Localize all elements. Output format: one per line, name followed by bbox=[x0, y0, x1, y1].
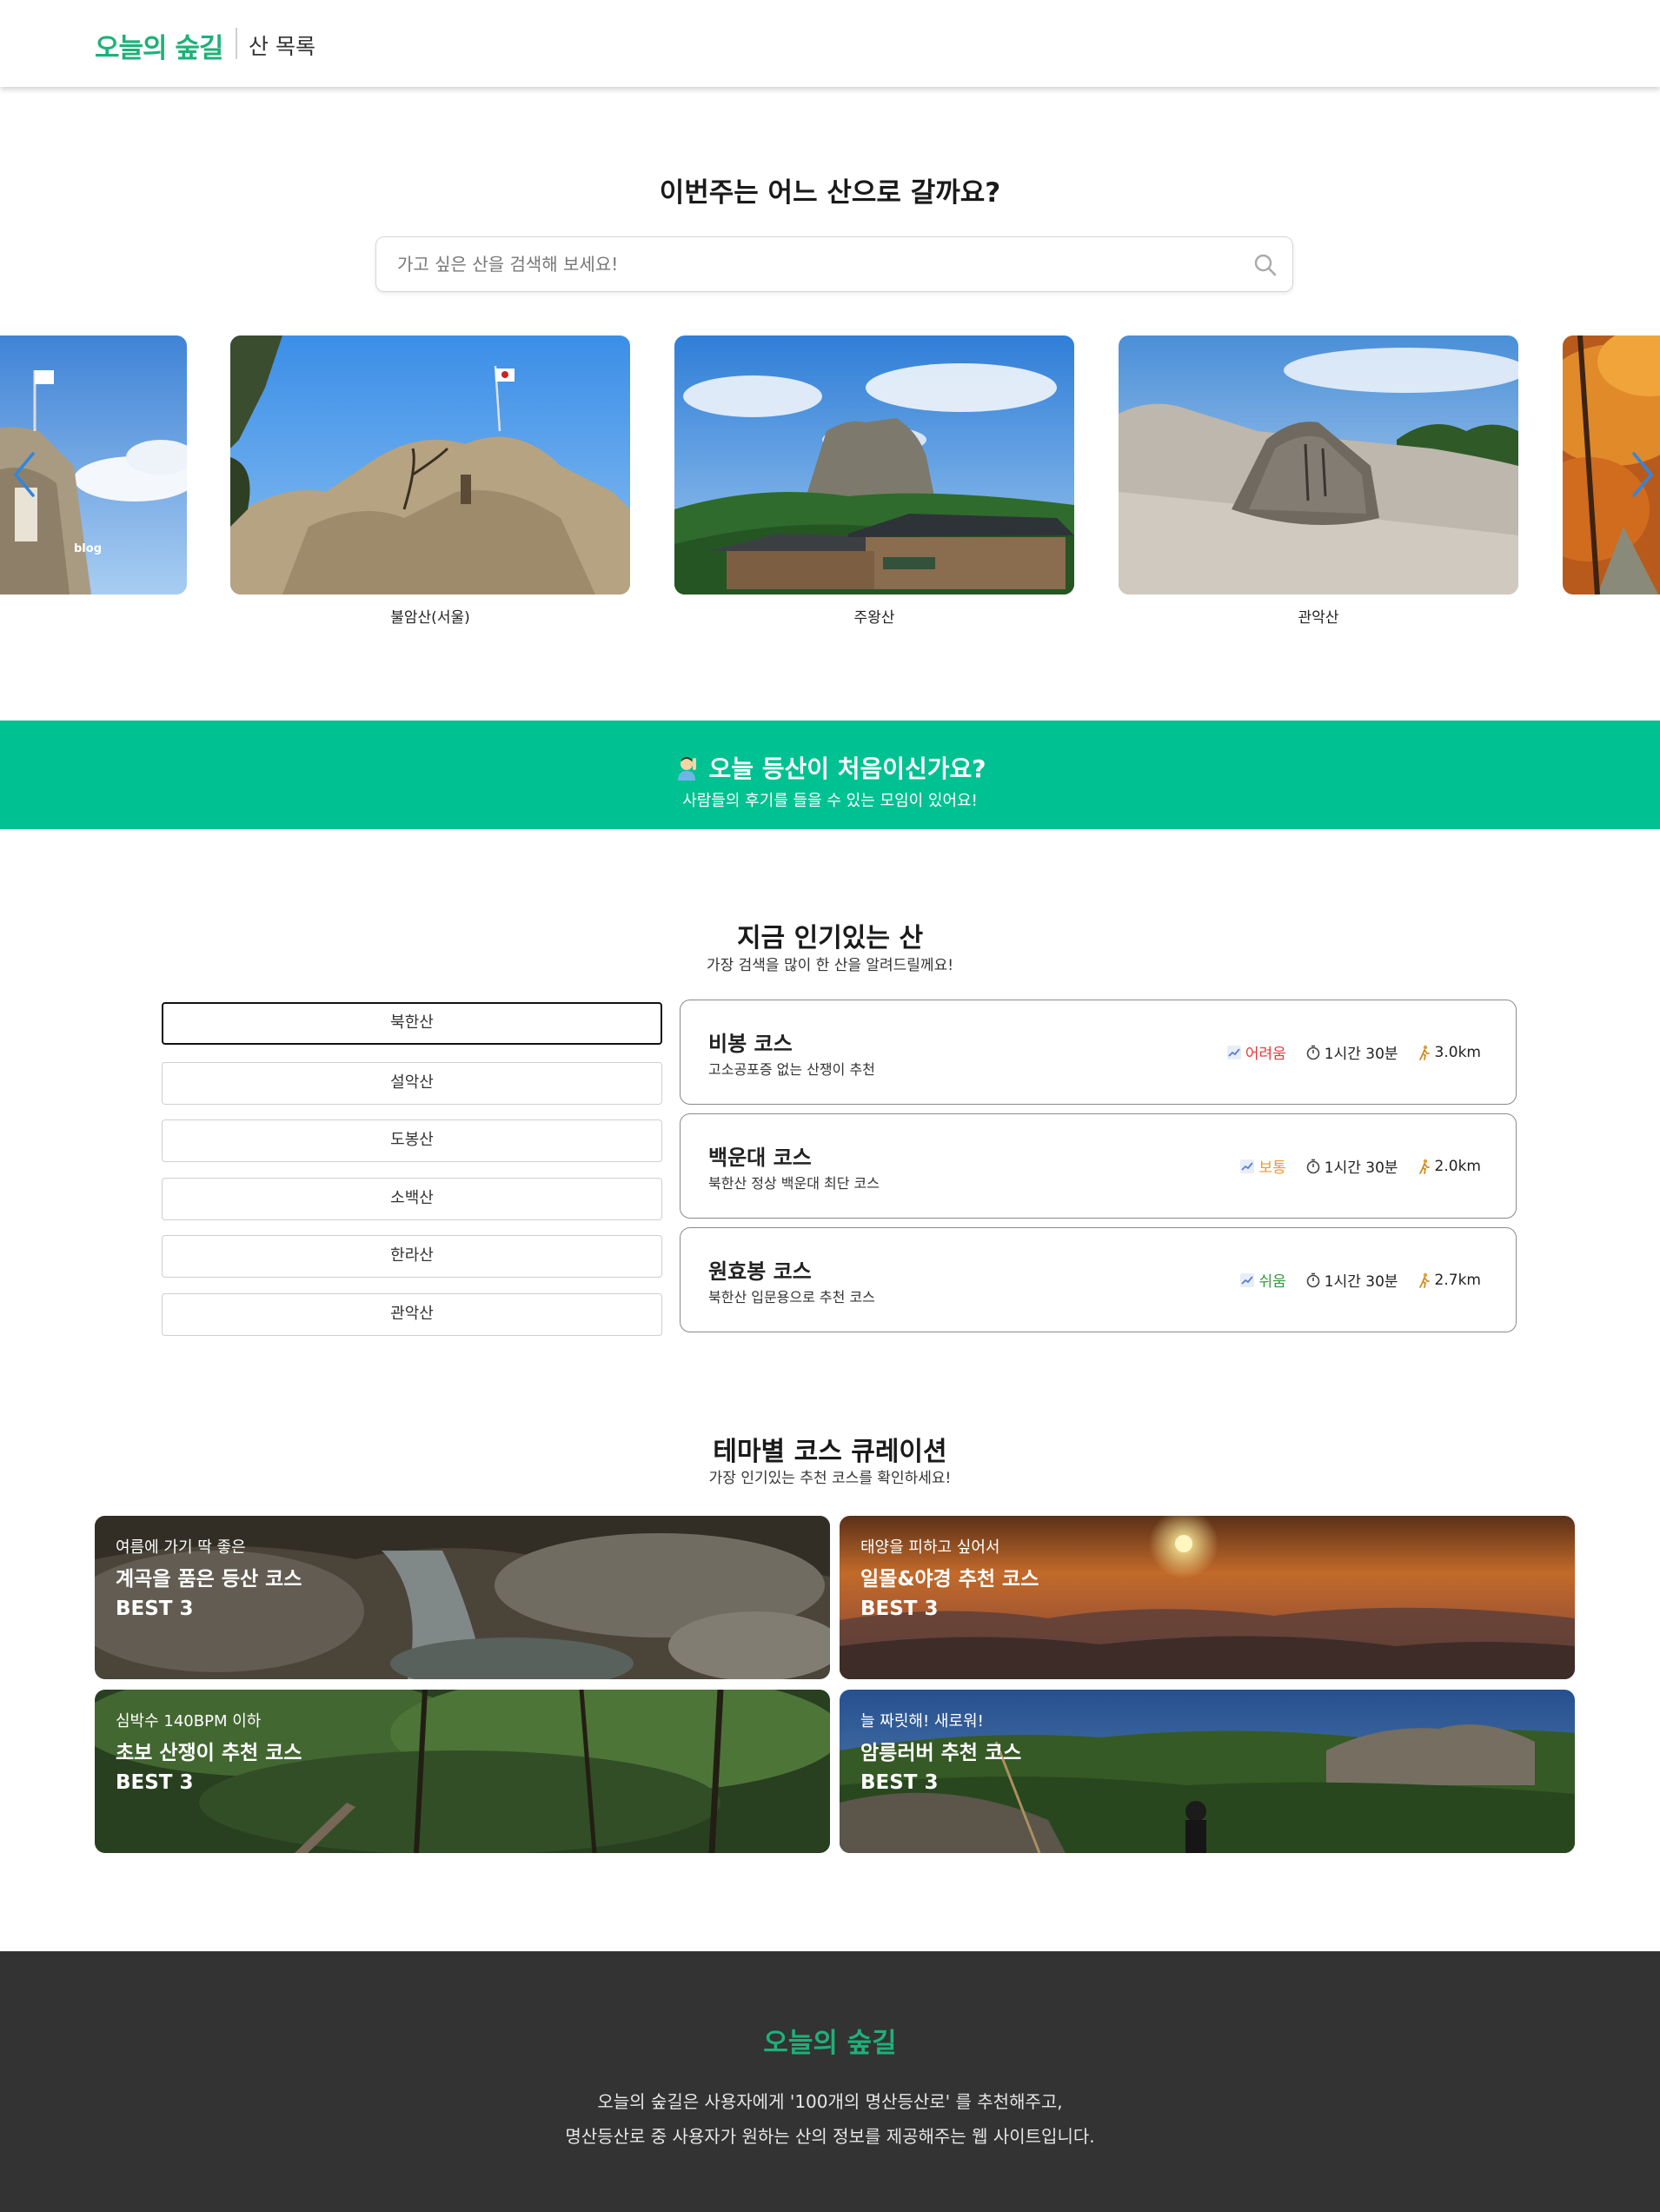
course-name: 비봉 코스 bbox=[708, 1032, 793, 1056]
hero-title: 이번주는 어느 산으로 갈까요? bbox=[659, 177, 1001, 209]
difficulty-label: 어려움 bbox=[1245, 1046, 1286, 1063]
course-card[interactable]: 백운대 코스 북한산 정상 백운대 최단 코스 보통 1시간 30분 2.0km bbox=[680, 1113, 1517, 1219]
mountain-tab-hallasan[interactable]: 한라산 bbox=[162, 1235, 662, 1278]
course-desc: 고소공포증 없는 산쟁이 추천 bbox=[708, 1061, 875, 1078]
mountain-photo bbox=[230, 335, 630, 595]
slide-caption: 관악산 bbox=[1298, 609, 1339, 627]
carousel-slide[interactable]: 불암산(서울) bbox=[230, 335, 630, 627]
site-header: 오늘의 숲길 산 목록 bbox=[0, 0, 1660, 87]
distance-label: 2.7km bbox=[1434, 1271, 1481, 1289]
mountain-tab-sobaeksan[interactable]: 소백산 bbox=[162, 1178, 662, 1220]
slide-caption: 산 bbox=[0, 605, 187, 627]
course-name: 원효봉 코스 bbox=[708, 1259, 812, 1284]
duration-label: 1시간 30분 bbox=[1324, 1273, 1398, 1291]
beginner-banner[interactable]: 오늘 등산이 처음이신가요? 사람들의 후기를 들을 수 있는 모임이 있어요! bbox=[0, 721, 1660, 829]
slide-caption: 주왕산 bbox=[853, 609, 895, 627]
theme-tagline: 늘 짜릿해! 새로워! bbox=[860, 1712, 984, 1730]
stopwatch-icon bbox=[1306, 1272, 1320, 1287]
slide-caption: 불암산(서울) bbox=[390, 609, 470, 627]
theme-tagline: 심박수 140BPM 이하 bbox=[116, 1712, 262, 1730]
course-card[interactable]: 비봉 코스 고소공포증 없는 산쟁이 추천 어려움 1시간 30분 3.0km bbox=[680, 1000, 1517, 1105]
chart-increasing-icon bbox=[1226, 1045, 1241, 1060]
duration-label: 1시간 30분 bbox=[1324, 1046, 1398, 1063]
person-walking-icon bbox=[1418, 1045, 1430, 1060]
banner-subtitle: 사람들의 후기를 들을 수 있는 모임이 있어요! bbox=[682, 792, 978, 810]
theme-title: 계곡을 품은 등산 코스 bbox=[116, 1568, 302, 1591]
carousel-next-arrow-icon[interactable] bbox=[1627, 448, 1657, 501]
course-meta: 어려움 1시간 30분 3.0km bbox=[1226, 1041, 1481, 1063]
carousel-slide[interactable]: 관악산 bbox=[1119, 335, 1518, 627]
chart-increasing-icon bbox=[1240, 1272, 1255, 1287]
carousel-slide[interactable]: 주왕산 bbox=[674, 335, 1074, 627]
footer-description-line2: 명산등산로 중 사용자가 원하는 산의 정보를 제공해주는 웹 사이트입니다. bbox=[565, 2126, 1095, 2147]
theme-tagline: 태양을 피하고 싶어서 bbox=[860, 1538, 1000, 1557]
mountain-tab-bukhansan[interactable]: 북한산 bbox=[162, 1002, 662, 1045]
site-logo[interactable]: 오늘의 숲길 bbox=[95, 26, 223, 65]
header-divider bbox=[236, 28, 237, 59]
person-walking-icon bbox=[1418, 1272, 1430, 1288]
theme-card-valley[interactable]: 여름에 가기 딱 좋은 계곡을 품은 등산 코스 BEST 3 bbox=[95, 1516, 830, 1679]
banner-title-row: 오늘 등산이 처음이신가요? bbox=[0, 750, 1660, 787]
course-desc: 북한산 정상 백운대 최단 코스 bbox=[708, 1175, 880, 1192]
theme-title: 암릉러버 추천 코스 bbox=[860, 1742, 1022, 1764]
mountain-photo bbox=[1119, 335, 1518, 595]
photo-watermark: blog bbox=[74, 542, 102, 555]
person-raising-hand-icon bbox=[678, 757, 697, 781]
mountain-carousel: blog 산 불암산(서울) bbox=[0, 335, 1660, 631]
theme-rank: BEST 3 bbox=[116, 1771, 194, 1794]
theme-text: 여름에 가기 딱 좋은 계곡을 품은 등산 코스 BEST 3 bbox=[116, 1535, 302, 1624]
course-name: 백운대 코스 bbox=[708, 1146, 812, 1170]
duration-label: 1시간 30분 bbox=[1324, 1159, 1398, 1177]
theme-rank: BEST 3 bbox=[116, 1598, 194, 1620]
theme-text: 심박수 140BPM 이하 초보 산쟁이 추천 코스 BEST 3 bbox=[116, 1709, 302, 1797]
course-meta: 보통 1시간 30분 2.0km bbox=[1239, 1155, 1481, 1177]
theme-title: 일몰&야경 추천 코스 bbox=[860, 1568, 1039, 1591]
site-footer: 오늘의 숲길 오늘의 숲길은 사용자에게 '100개의 명산등산로' 를 추천해… bbox=[0, 1951, 1660, 2212]
search-icon[interactable] bbox=[1252, 252, 1278, 278]
footer-logo: 오늘의 숲길 bbox=[763, 2028, 897, 2059]
mountain-tab-gwanaksan[interactable]: 관악산 bbox=[162, 1293, 662, 1336]
course-meta: 쉬움 1시간 30분 2.7km bbox=[1239, 1269, 1481, 1291]
banner-title: 오늘 등산이 처음이신가요? bbox=[708, 754, 986, 783]
stopwatch-icon bbox=[1306, 1045, 1320, 1060]
theme-card-forest[interactable]: 심박수 140BPM 이하 초보 산쟁이 추천 코스 BEST 3 bbox=[95, 1690, 830, 1853]
mountain-tab-seoraksan[interactable]: 설악산 bbox=[162, 1062, 662, 1105]
popular-title: 지금 인기있는 산 bbox=[736, 923, 924, 953]
search-input[interactable] bbox=[395, 237, 1230, 291]
themes-title: 테마별 코스 큐레이션 bbox=[713, 1437, 947, 1467]
theme-rank: BEST 3 bbox=[860, 1598, 939, 1620]
footer-description-line1: 오늘의 숲길은 사용자에게 '100개의 명산등산로' 를 추천해주고, bbox=[597, 2091, 1063, 2112]
mountain-tab-dobongsan[interactable]: 도봉산 bbox=[162, 1119, 662, 1162]
theme-text: 늘 짜릿해! 새로워! 암릉러버 추천 코스 BEST 3 bbox=[860, 1709, 1021, 1797]
theme-rank: BEST 3 bbox=[860, 1771, 939, 1794]
difficulty-label: 쉬움 bbox=[1258, 1273, 1286, 1291]
popular-subtitle: 가장 검색을 많이 한 산을 알려드릴께요! bbox=[706, 957, 954, 974]
person-walking-icon bbox=[1418, 1159, 1430, 1174]
distance-label: 2.0km bbox=[1434, 1157, 1481, 1175]
carousel-prev-arrow-icon[interactable] bbox=[10, 448, 40, 501]
chart-increasing-icon bbox=[1240, 1159, 1255, 1173]
nav-mountain-list[interactable]: 산 목록 bbox=[249, 30, 315, 61]
mountain-photo bbox=[674, 335, 1074, 595]
difficulty-label: 보통 bbox=[1258, 1159, 1286, 1177]
search-box bbox=[375, 236, 1293, 292]
theme-card-sunset[interactable]: 태양을 피하고 싶어서 일몰&야경 추천 코스 BEST 3 bbox=[840, 1516, 1575, 1679]
theme-tagline: 여름에 가기 딱 좋은 bbox=[116, 1538, 246, 1557]
distance-label: 3.0km bbox=[1434, 1043, 1481, 1061]
theme-text: 태양을 피하고 싶어서 일몰&야경 추천 코스 BEST 3 bbox=[860, 1535, 1039, 1624]
course-desc: 북한산 입문용으로 추천 코스 bbox=[708, 1289, 875, 1305]
stopwatch-icon bbox=[1306, 1159, 1320, 1173]
themes-subtitle: 가장 인기있는 추천 코스를 확인하세요! bbox=[708, 1470, 952, 1487]
course-card[interactable]: 원효봉 코스 북한산 입문용으로 추천 코스 쉬움 1시간 30분 2.7km bbox=[680, 1227, 1517, 1332]
theme-card-ridge[interactable]: 늘 짜릿해! 새로워! 암릉러버 추천 코스 BEST 3 bbox=[840, 1690, 1575, 1853]
theme-title: 초보 산쟁이 추천 코스 bbox=[116, 1742, 302, 1764]
